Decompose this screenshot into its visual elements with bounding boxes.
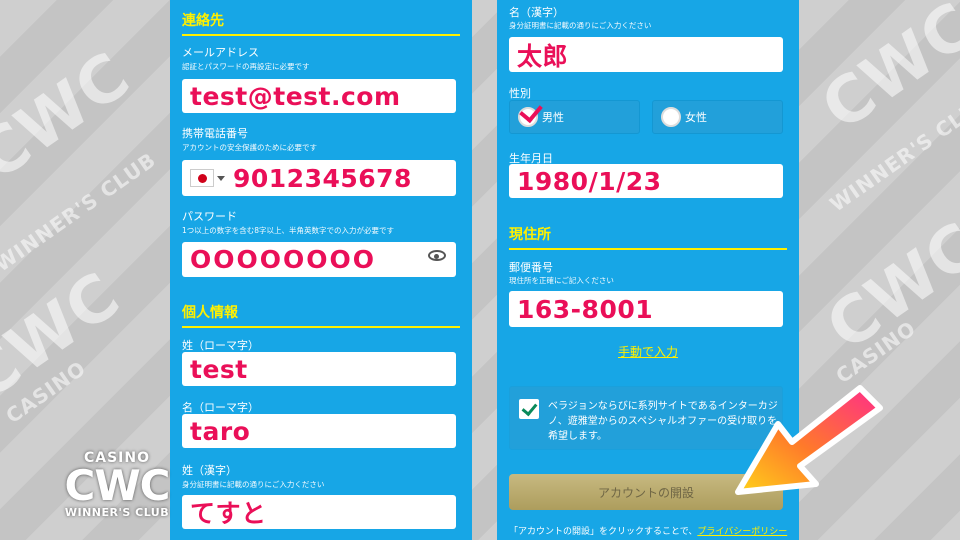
manual-entry-link[interactable]: 手動で入力	[497, 343, 799, 360]
last-name-kanji-field[interactable]: てすと	[182, 495, 456, 529]
postal-hint: 現住所を正確にご記入ください	[509, 276, 614, 285]
email-value: test@test.com	[190, 81, 401, 111]
radio-unchecked-icon[interactable]	[661, 107, 681, 127]
password-label: パスワード	[182, 210, 237, 223]
gender-female-label: 女性	[685, 111, 707, 124]
first-name-roman-value: taro	[190, 416, 251, 446]
gender-option-female[interactable]: 女性	[652, 100, 783, 134]
phone-field[interactable]: 9012345678	[182, 160, 456, 196]
first-name-kanji-field[interactable]: 太郎	[509, 37, 783, 72]
cwc-logo: CASINO CWC WINNER'S CLUB	[62, 450, 172, 530]
section-title-contact: 連絡先	[182, 10, 460, 36]
postal-field[interactable]: 163-8001	[509, 291, 783, 327]
gender-male-label: 男性	[542, 111, 564, 124]
footer-note: 「アカウントの開設」をクリックすることで、プライバシーポリシー	[509, 524, 799, 537]
section-title-personal: 個人情報	[182, 302, 460, 328]
pointer-arrow-icon	[735, 385, 883, 495]
japan-flag-icon[interactable]	[190, 169, 214, 187]
section-title-address: 現住所	[509, 224, 787, 250]
email-label: メールアドレス	[182, 46, 259, 59]
last-name-kanji-hint: 身分証明書に記載の通りにご入力ください	[182, 480, 325, 489]
email-field[interactable]: test@test.com	[182, 79, 456, 113]
last-name-roman-field[interactable]: test	[182, 352, 456, 386]
email-hint: 認証とパスワードの再設定に必要です	[182, 62, 310, 71]
phone-value: 9012345678	[233, 163, 412, 193]
first-name-kanji-label: 名（漢字）	[509, 6, 564, 19]
first-name-roman-label: 名（ローマ字）	[182, 401, 259, 414]
gender-option-male[interactable]: 男性	[509, 98, 640, 134]
password-value: OOOOOOOO	[190, 245, 377, 274]
birthdate-value: 1980/1/23	[517, 166, 662, 196]
first-name-kanji-hint: 身分証明書に記載の通りにご入力ください	[509, 21, 652, 30]
last-name-kanji-value: てすと	[190, 499, 267, 528]
chevron-down-icon[interactable]	[217, 175, 225, 181]
gender-label: 性別	[509, 87, 531, 100]
radio-checked-icon[interactable]	[518, 98, 543, 127]
eye-icon[interactable]	[428, 250, 446, 261]
birthdate-field[interactable]: 1980/1/23	[509, 164, 783, 198]
last-name-roman-label: 姓（ローマ字）	[182, 339, 259, 352]
password-hint: 1つ以上の数字を含む8字以上、半角英数字での入力が必要です	[182, 226, 395, 235]
last-name-roman-value: test	[190, 354, 248, 384]
phone-hint: アカウントの安全保護のために必要です	[182, 143, 317, 152]
registration-form-left: 連絡先 メールアドレス 認証とパスワードの再設定に必要です test@test.…	[170, 0, 472, 540]
phone-label: 携帯電話番号	[182, 127, 248, 140]
postal-value: 163-8001	[517, 294, 654, 324]
password-field[interactable]: OOOOOOOO	[182, 242, 456, 277]
footer-prefix: 「アカウントの開設」をクリックすることで、	[509, 527, 698, 537]
privacy-policy-link[interactable]: プライバシーポリシー	[697, 527, 787, 537]
logo-brand: CWC	[64, 461, 171, 510]
postal-label: 郵便番号	[509, 261, 553, 274]
first-name-kanji-value: 太郎	[517, 41, 569, 71]
first-name-roman-field[interactable]: taro	[182, 414, 456, 448]
logo-tagline: WINNER'S CLUB	[64, 506, 170, 519]
consent-checkbox[interactable]	[519, 399, 539, 419]
last-name-kanji-label: 姓（漢字）	[182, 464, 237, 477]
